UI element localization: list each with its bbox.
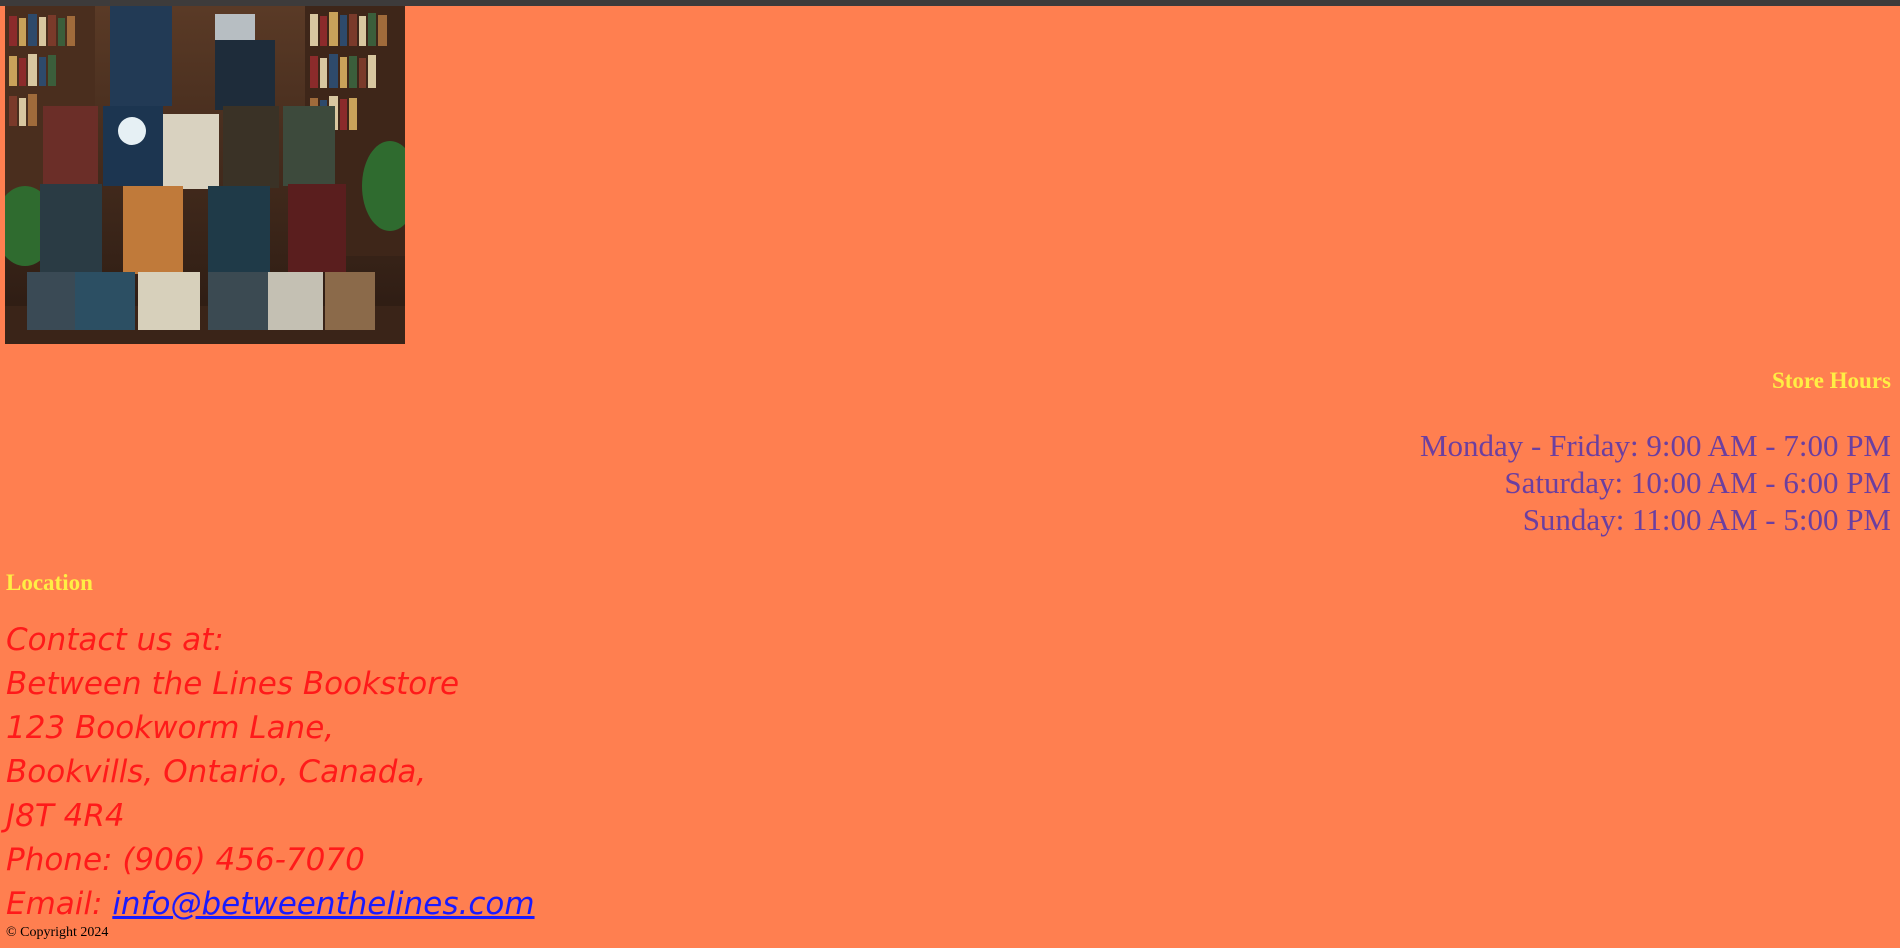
bookstore-illustration (5, 6, 405, 344)
email-line: Email: info@betweenthelines.com (6, 882, 535, 926)
contact-intro: Contact us at: (6, 622, 224, 658)
email-link[interactable]: info@betweenthelines.com (112, 886, 534, 922)
phone-number: Phone: (906) 456-7070 (6, 842, 365, 878)
bookstore-hero-image (5, 6, 405, 344)
postal-code: J8T 4R4 (6, 798, 125, 834)
copyright-footer: © Copyright 2024 (6, 925, 109, 940)
hours-sunday: Sunday: 11:00 AM - 5:00 PM (1522, 502, 1891, 537)
city-region: Bookvills, Ontario, Canada, (6, 754, 427, 790)
store-hours-heading: Store Hours (1771, 368, 1891, 393)
email-label: Email: (6, 886, 113, 922)
store-name: Between the Lines Bookstore (6, 666, 460, 702)
street-address: 123 Bookworm Lane, (6, 710, 335, 746)
store-hours-list: Monday - Friday: 9:00 AM - 7:00 PM Satur… (1420, 427, 1891, 538)
hours-weekdays: Monday - Friday: 9:00 AM - 7:00 PM (1419, 428, 1891, 463)
hours-saturday: Saturday: 10:00 AM - 6:00 PM (1504, 465, 1891, 500)
contact-info: Contact us at: Between the Lines Booksto… (6, 618, 535, 926)
location-heading: Location (6, 570, 93, 595)
